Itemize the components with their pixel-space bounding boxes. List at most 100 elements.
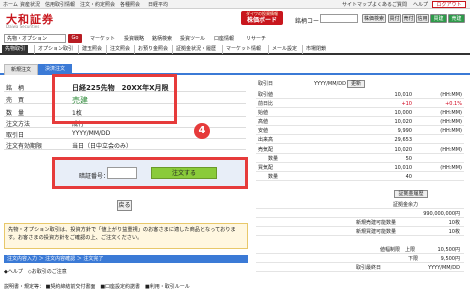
subnav-margin-status[interactable]: 証拠金状況・履歴 — [172, 45, 219, 54]
subnav-mail-settings[interactable]: メール設定 — [268, 45, 300, 54]
subnav-futures[interactable]: 先物取引 — [2, 45, 29, 54]
quote-time: (HH:MM) — [440, 110, 462, 116]
stock-search-button[interactable]: 株価検索 — [362, 14, 386, 23]
nav-search[interactable]: 銘柄検索 — [152, 35, 172, 42]
margin-button[interactable]: 信用 — [416, 14, 429, 23]
last-trade-value: YYYY/MM/DD — [428, 265, 460, 271]
limit-upper-label: 値幅制限 上限 — [380, 247, 416, 253]
margin-balance-value-row: 990,000,000円 — [256, 210, 464, 218]
quote-value: 10,010 — [394, 165, 413, 171]
quote-value: 29,653 — [394, 137, 413, 143]
buy-capacity-value: 10枚 — [448, 229, 460, 235]
last-trade-row: 取引最終日 YYYY/MM/DD — [256, 264, 464, 272]
password-highlight — [52, 157, 248, 189]
step-badge: 4 — [194, 123, 210, 139]
quote-value: 10,010 — [394, 92, 413, 98]
quote-label: 高値 — [258, 119, 269, 125]
quote-value: 50 — [405, 156, 412, 162]
subnav-market-info[interactable]: マーケット情報 — [222, 45, 264, 54]
util-link-assets[interactable]: 資産状況 — [20, 1, 40, 8]
quote-label: 安値 — [258, 128, 269, 134]
margin-balance-row: 証拠金余力 — [256, 201, 464, 209]
subnav-orders[interactable]: 注文照会 — [106, 45, 133, 54]
util-link-margin[interactable]: 信用取引情報 — [45, 1, 75, 8]
util-link-help[interactable]: ヘルプ — [413, 1, 428, 8]
quote-row-volume: 出来高 29,653 — [256, 136, 464, 144]
issue-label: 銘 柄 — [6, 85, 25, 92]
sell-button[interactable]: 売付 — [402, 14, 415, 23]
util-link-inquiries[interactable]: 各種照会 — [120, 1, 140, 8]
quote-label: 売気配 — [258, 147, 274, 153]
nav-research[interactable]: リサーチ — [246, 35, 266, 42]
quote-row-change: 前日比 +10 +0.1% — [256, 100, 464, 108]
subnav-options[interactable]: オプション取引 — [34, 45, 76, 54]
go-button[interactable]: Go — [68, 34, 82, 43]
margin-history-button[interactable]: 証拠金履歴 — [394, 190, 428, 198]
margin-balance-label: 証拠金余力 — [393, 202, 419, 208]
quote-time: (HH:MM) — [440, 119, 462, 125]
risk-notice: 先物・オプション取引は、投資方針で「値上がり益重視」のお客さまに適した商品となっ… — [4, 223, 248, 249]
header: 大和証券 Daiwa Securities ダイワの投資情報 株価ボード 銘柄コ… — [0, 9, 470, 31]
subnav-deposits[interactable]: お預り金照会 — [134, 45, 171, 54]
quote-label: 数量 — [268, 156, 279, 162]
quote-row-high: 高値 10,020 (HH:MM) — [256, 118, 464, 126]
order-steps: 注文内容入力 ＞ 注文内容確認 ＞ 注文完了 — [4, 255, 248, 263]
category-select[interactable]: 先物・オプション — [4, 34, 66, 43]
limit-upper-value: 10,500円 — [437, 247, 461, 253]
quote-row-open: 始値 10,000 (HH:MM) — [256, 109, 464, 117]
margin-sell-button[interactable]: 売建 — [448, 14, 465, 23]
market-date-label: 取引日 — [258, 81, 274, 87]
side-label: 売 買 — [6, 97, 25, 104]
quantity-label: 数 量 — [6, 110, 25, 117]
util-link-faq[interactable]: よくあるご質問 — [372, 1, 407, 8]
stock-board-label: 株価ボード — [246, 17, 277, 24]
subnav-positions[interactable]: 建玉照会 — [78, 45, 105, 54]
margin-buy-button[interactable]: 買建 — [430, 14, 447, 23]
margin-balance-value: 990,000,000円 — [423, 211, 460, 217]
limit-lower-value: 9,500円 — [440, 256, 460, 262]
quote-label: 始値 — [258, 110, 269, 116]
stock-board-button[interactable]: ダイワの投資情報 株価ボード — [241, 11, 283, 25]
expiry-value: 当日（日中立会のみ） — [72, 143, 133, 150]
nav-account[interactable]: 口座情報 — [214, 35, 234, 42]
nav-market[interactable]: マーケット — [90, 35, 115, 42]
util-link-orders[interactable]: 注文・約定照会 — [80, 1, 115, 8]
limit-upper-row: 値幅制限 上限 10,500円 — [256, 246, 464, 254]
method-label: 注文方法 — [6, 121, 31, 128]
quote-time: +0.1% — [445, 101, 462, 107]
util-link-home[interactable]: ホーム — [3, 1, 18, 8]
main-nav: 先物・オプション Go マーケット 投資戦略 銘柄検索 投資ツール 口座情報 リ… — [0, 33, 470, 44]
quote-time: (HH:MM) — [440, 128, 462, 134]
buy-button[interactable]: 買付 — [388, 14, 401, 23]
quote-label: 出来高 — [258, 137, 274, 143]
quote-label: 取引値 — [258, 92, 274, 98]
quote-value: 9,990 — [397, 128, 412, 134]
quote-value: 10,020 — [394, 147, 413, 153]
document-links[interactable]: 説明書・規定等： ■契約締結前交付書面 ■口座設定約諾書 ■利用・取引ルール — [4, 283, 190, 290]
util-link-nikkei[interactable]: 日経平均 — [148, 1, 168, 8]
quote-row-price: 取引値 10,010 (HH:MM) — [256, 91, 464, 99]
sell-capacity-label: 新規売建可能数量 — [356, 220, 397, 226]
back-button[interactable]: 戻る — [117, 200, 132, 211]
trade-date-value: YYYY/MM/DD — [72, 130, 111, 137]
nav-tools[interactable]: 投資ツール — [180, 35, 205, 42]
quote-value: 10,020 — [394, 119, 413, 125]
quote-row-ask: 売気配 10,020 (HH:MM) — [256, 146, 464, 154]
buy-capacity-label: 新規買建可能数量 — [356, 229, 397, 235]
refresh-button[interactable]: 更新 — [347, 80, 365, 88]
stock-code-input[interactable] — [320, 14, 358, 23]
sell-capacity-value: 10枚 — [448, 220, 460, 226]
nav-strategy[interactable]: 投資戦略 — [124, 35, 144, 42]
quote-value: 10,000 — [394, 110, 413, 116]
market-date-value: YYYY/MM/DD — [314, 81, 346, 87]
util-link-sitemap[interactable]: サイトマップ — [342, 1, 372, 8]
quote-row-ask-qty: 数量 50 — [256, 155, 464, 163]
quote-time: (HH:MM) — [440, 147, 462, 153]
logout-button[interactable]: ログアウト — [432, 1, 466, 8]
help-links[interactable]: ◆ヘルプ ◇お取引のご注意 — [4, 268, 67, 275]
form-row-expiry: 注文有効期限 当日（日中立会のみ） — [4, 140, 246, 150]
sell-capacity-row: 新規売建可能数量 10枚 — [256, 219, 464, 227]
quote-label: 買気配 — [258, 165, 274, 171]
subnav-market-closure[interactable]: 市場閉鎖 — [302, 45, 329, 54]
tab-new-order[interactable]: 新規注文 — [4, 64, 38, 75]
